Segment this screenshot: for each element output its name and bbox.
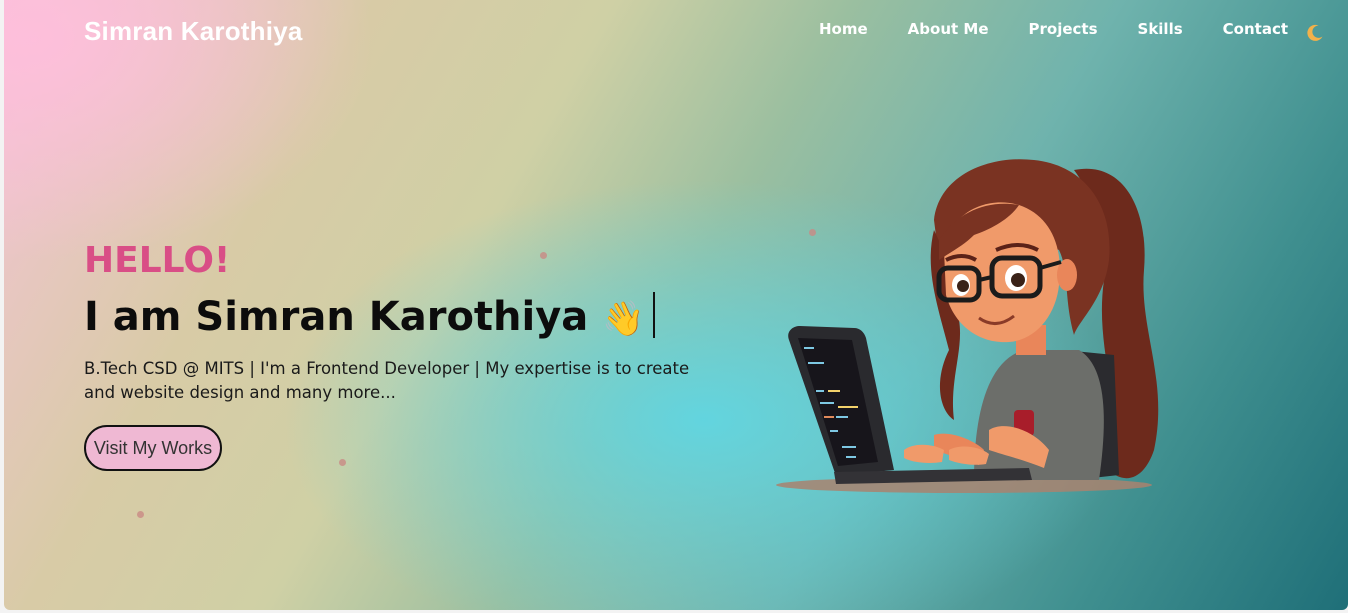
decor-dot bbox=[540, 252, 547, 259]
navbar: Simran Karothiya Home About Me Projects … bbox=[4, 0, 1348, 62]
theme-toggle-button[interactable] bbox=[1302, 20, 1328, 46]
decor-dot bbox=[339, 459, 346, 466]
girl-coding-laptop-illustration bbox=[776, 159, 1159, 493]
hero-greeting: HELLO! bbox=[84, 240, 231, 281]
decor-dot bbox=[137, 511, 144, 518]
typing-caret bbox=[652, 292, 655, 338]
page-background: Simran Karothiya Home About Me Projects … bbox=[4, 0, 1348, 610]
brand-logo[interactable]: Simran Karothiya bbox=[84, 16, 303, 47]
hero-headline-text: I am Simran Karothiya bbox=[84, 294, 589, 340]
moon-icon bbox=[1307, 24, 1323, 41]
hero-description: B.Tech CSD @ MITS | I'm a Frontend Devel… bbox=[84, 359, 690, 402]
nav-item-contact[interactable]: Contact bbox=[1223, 20, 1288, 38]
hero-headline: I am Simran Karothiya 👋 bbox=[84, 292, 655, 340]
nav-item-skills[interactable]: Skills bbox=[1138, 20, 1183, 38]
nav-item-about-me[interactable]: About Me bbox=[908, 20, 989, 38]
nav-item-home[interactable]: Home bbox=[819, 20, 868, 38]
nav-menu: Home About Me Projects Skills Contact bbox=[819, 20, 1288, 38]
visit-my-works-button[interactable]: Visit My Works bbox=[84, 425, 222, 471]
nav-item-projects[interactable]: Projects bbox=[1029, 20, 1098, 38]
waving-hand-icon: 👋 bbox=[602, 299, 645, 339]
